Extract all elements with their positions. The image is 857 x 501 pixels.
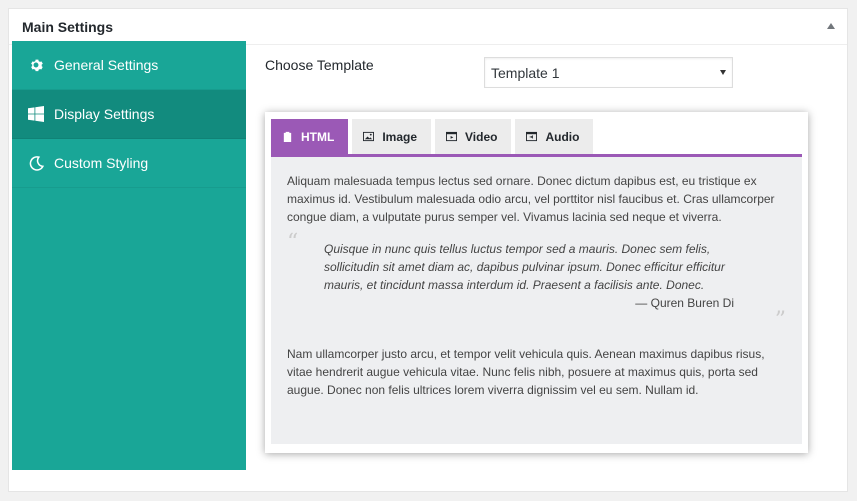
audio-icon: [526, 131, 538, 142]
template-select[interactable]: Template 1: [484, 57, 733, 88]
sidebar-item-custom-styling[interactable]: Custom Styling: [12, 139, 246, 188]
body-paragraph-1: Aliquam malesuada tempus lectus sed orna…: [287, 174, 775, 224]
sidebar-item-general-settings[interactable]: General Settings: [12, 41, 246, 90]
tab-label: Video: [465, 129, 498, 144]
gear-icon: [28, 57, 44, 73]
body-paragraph-2: Nam ullamcorper justo arcu, et tempor ve…: [287, 347, 765, 397]
image-icon: [363, 131, 375, 142]
windows-icon: [28, 106, 44, 122]
tab-label: Audio: [545, 129, 580, 144]
template-select-value: Template 1: [491, 64, 560, 81]
sidebar-item-label: Display Settings: [54, 106, 155, 122]
video-icon: [446, 131, 458, 142]
tab-video[interactable]: Video: [435, 119, 512, 154]
moon-icon: [28, 155, 44, 171]
collapse-toggle-icon[interactable]: [827, 23, 835, 29]
panel-title: Main Settings: [22, 19, 114, 35]
open-quote-icon: “: [287, 230, 299, 255]
html-tab-content: Aliquam malesuada tempus lectus sed orna…: [271, 157, 802, 444]
clipboard-icon: [282, 131, 293, 142]
tab-image[interactable]: Image: [352, 119, 432, 154]
tab-html[interactable]: HTML: [271, 119, 349, 154]
tab-label: Image: [382, 129, 418, 144]
choose-template-label: Choose Template: [265, 57, 374, 73]
sidebar-item-label: General Settings: [54, 57, 159, 73]
settings-sidebar: General Settings Display Settings Custom…: [12, 41, 246, 470]
tab-label: HTML: [301, 129, 335, 144]
sidebar-item-label: Custom Styling: [54, 155, 149, 171]
main-content: Choose Template Template 1 HTML Image Vi…: [265, 41, 825, 471]
panel-header: Main Settings: [9, 9, 847, 45]
blockquote: “ Quisque in nunc quis tellus luctus tem…: [287, 232, 786, 332]
content-tabs: HTML Image Video Audio: [271, 119, 597, 154]
close-quote-icon: ”: [774, 308, 786, 333]
tab-audio[interactable]: Audio: [515, 119, 594, 154]
quote-text: Quisque in nunc quis tellus luctus tempo…: [324, 242, 725, 292]
chevron-down-icon: [720, 70, 726, 75]
sidebar-item-display-settings[interactable]: Display Settings: [12, 90, 246, 139]
template-preview-card: HTML Image Video Audio Aliquam malesuada…: [265, 112, 808, 453]
quote-author: — Quren Buren Di: [635, 296, 734, 310]
